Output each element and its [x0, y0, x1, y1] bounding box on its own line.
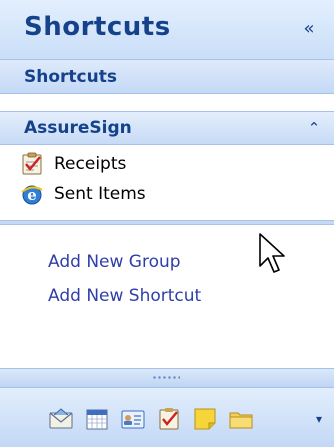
- navigation-toolbar: ▾: [0, 388, 334, 447]
- internet-explorer-icon: e: [21, 185, 43, 205]
- mouse-pointer-icon: [259, 233, 285, 273]
- group-separator: [0, 220, 334, 225]
- add-new-shortcut-link[interactable]: Add New Shortcut: [48, 286, 201, 306]
- folder-icon[interactable]: [228, 406, 254, 432]
- add-new-group-link[interactable]: Add New Group: [48, 252, 181, 272]
- shortcut-item-receipts[interactable]: Receipts: [20, 150, 126, 178]
- pane-header: Shortcuts «: [0, 0, 334, 60]
- collapse-pane-button[interactable]: «: [296, 16, 322, 42]
- shortcut-item-sent-items[interactable]: e Sent Items: [20, 180, 146, 208]
- configure-buttons-dropdown[interactable]: ▾: [312, 410, 326, 428]
- tasks-icon[interactable]: [156, 406, 182, 432]
- task-icon: [22, 152, 42, 175]
- pane-title: Shortcuts: [24, 12, 171, 42]
- shortcuts-pane: Shortcuts « Shortcuts AssureSign ⌃ Recei…: [0, 0, 334, 447]
- group-label: AssureSign: [24, 118, 132, 138]
- grip-dots-icon: [152, 375, 180, 380]
- pane-splitter-handle[interactable]: [0, 368, 334, 388]
- mail-icon[interactable]: [48, 406, 74, 432]
- notes-icon[interactable]: [192, 406, 218, 432]
- shortcut-label-receipts: Receipts: [54, 154, 127, 174]
- contacts-icon[interactable]: [120, 406, 146, 432]
- calendar-icon[interactable]: [84, 406, 110, 432]
- shortcut-group-header-assuresign[interactable]: AssureSign ⌃: [0, 111, 334, 145]
- shortcut-label-sent-items: Sent Items: [54, 184, 146, 204]
- collapse-group-chevron-icon[interactable]: ⌃: [304, 118, 324, 138]
- shortcuts-navigation-header[interactable]: Shortcuts: [0, 60, 334, 94]
- shortcuts-subheader-label: Shortcuts: [24, 67, 117, 87]
